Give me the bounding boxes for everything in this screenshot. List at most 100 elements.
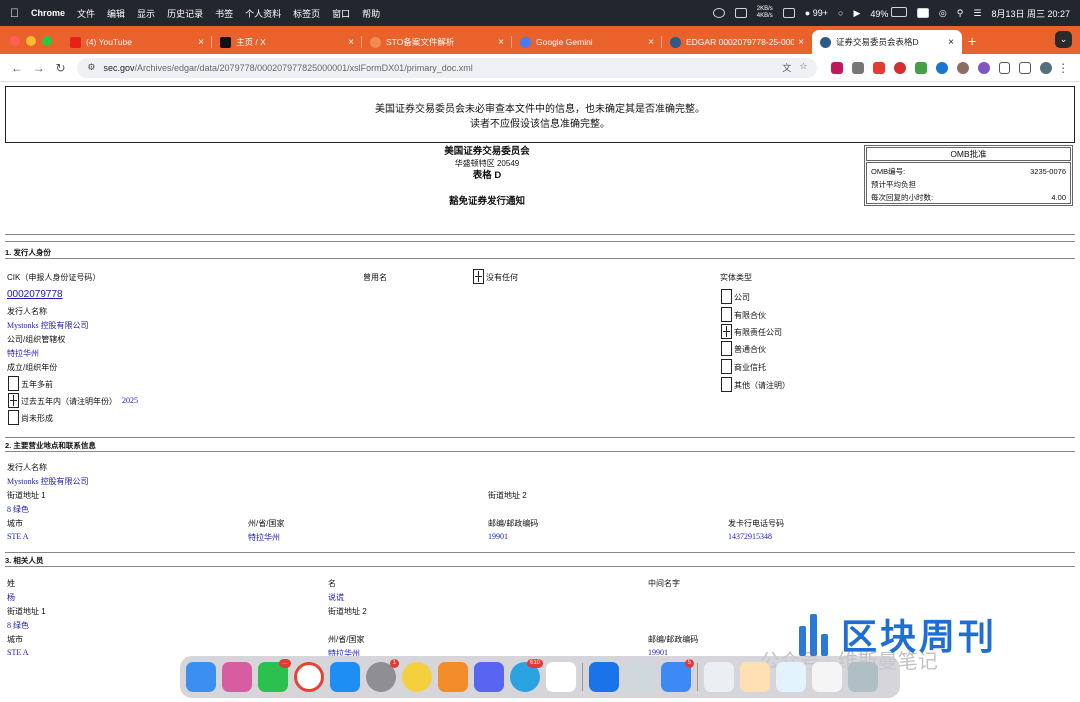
arrow-left-icon: ← [10,60,23,75]
tradingview-icon[interactable] [546,662,576,692]
none-checkbox[interactable] [473,269,484,284]
menu-bookmarks[interactable]: 书签 [215,7,233,20]
apple-icon[interactable]:  [10,6,19,20]
menu-history[interactable]: 历史记录 [167,7,203,20]
s3-middle-name-label: 中间名字 [648,579,680,588]
app-blue-icon[interactable] [589,662,619,692]
profile-avatar[interactable] [1040,61,1053,74]
cat-icon[interactable] [734,8,747,18]
tab-x[interactable]: 主页 / X × [212,30,362,54]
back-button[interactable]: ← [6,61,28,75]
tab-search-button[interactable]: ⌄ [1055,31,1072,48]
file-stack-icon[interactable] [740,662,770,692]
cik-link[interactable]: 0002079778 [7,289,63,300]
entity-corporation-checkbox[interactable] [721,289,732,304]
document-icon[interactable] [704,662,734,692]
year-within-five-checkbox[interactable] [8,393,19,408]
divider [5,258,1075,259]
input-method-icon[interactable] [916,8,929,18]
s3-zip-label: 邮编/邮政编码 [648,635,699,644]
forward-button[interactable]: → [28,61,50,75]
window-thumbnail-icon[interactable] [812,662,842,692]
tab-edgar[interactable]: EDGAR 0002079778-25-000 × [662,30,812,54]
screenshot-icon[interactable] [776,662,806,692]
bookmark-star-icon[interactable]: ☆ [799,61,807,74]
extension-icon[interactable] [831,61,844,74]
vpn-icon[interactable] [712,8,725,18]
preview-icon[interactable] [625,662,655,692]
year-not-formed-checkbox[interactable] [8,410,19,425]
disclaimer-box: 美国证券交易委员会未必审查本文件中的信息，也未确定其是否准确完整。 读者不应假设… [5,86,1075,143]
discord-icon[interactable] [474,662,504,692]
menu-app-name[interactable]: Chrome [31,8,65,18]
tab-youtube[interactable]: (4) YouTube × [62,30,212,54]
entity-gp-checkbox[interactable] [721,341,732,356]
wechat-status[interactable]: ● 99+ [805,8,828,18]
clock[interactable]: 8月13日 周三 20:27 [991,7,1070,20]
entity-lp-checkbox[interactable] [721,307,732,322]
reload-button[interactable]: ↻ [50,61,72,75]
minimize-window-button[interactable] [26,36,36,46]
new-tab-button[interactable]: + [968,33,976,49]
wechat-icon[interactable]: … [258,659,291,692]
tab-gemini[interactable]: Google Gemini × [512,30,662,54]
entity-llc-checkbox[interactable] [721,324,732,339]
close-tab-icon[interactable]: × [948,37,954,48]
telegram-icon[interactable]: 610 [510,659,543,692]
trash-icon[interactable] [848,662,878,692]
display-icon[interactable] [782,8,795,18]
extension-badge-icon[interactable] [873,61,886,74]
menu-file[interactable]: 文件 [77,7,95,20]
extension-purple-icon[interactable] [977,61,990,74]
app-store-icon[interactable] [330,662,360,692]
close-tab-icon[interactable]: × [498,37,504,48]
extension-red-icon[interactable] [894,61,906,74]
headphones-icon[interactable]: ○ [838,8,843,18]
menu-bar:  Chrome 文件 编辑 显示 历史记录 书签 个人资料 标签页 窗口 帮助… [0,0,1080,26]
zoom-window-button[interactable] [42,36,52,46]
year-not-formed-label: 尚未形成 [21,414,53,423]
play-icon[interactable]: ▶ [853,8,860,19]
side-panel-icon[interactable] [1019,61,1032,74]
extensions-puzzle-icon[interactable] [998,61,1011,74]
finder-icon[interactable] [186,662,216,692]
entity-trust-checkbox[interactable] [721,359,732,374]
tab-sto[interactable]: STO备案文件解析 × [362,30,512,54]
chrome-icon[interactable] [294,662,324,692]
agency-name: 美国证券交易委员会 [444,146,530,157]
close-tab-icon[interactable]: × [348,37,354,48]
search-icon[interactable]: ⚲ [957,8,964,19]
extension-green-icon[interactable] [914,61,927,74]
menu-tabs[interactable]: 标签页 [293,7,320,20]
entity-other-checkbox[interactable] [721,377,732,392]
menu-edit[interactable]: 编辑 [107,7,125,20]
menu-view[interactable]: 显示 [137,7,155,20]
wifi-icon[interactable]: ◎ [939,8,947,19]
year-over-five-checkbox[interactable] [8,376,19,391]
mail-icon[interactable]: 5 [661,659,694,692]
s2-phone-value: 14372915348 [728,532,772,541]
tab-form-d[interactable]: 证券交易委员会表格D × [812,30,962,54]
battery-status[interactable]: 49% [870,7,907,19]
launchpad-icon[interactable] [222,662,252,692]
extension-globe-icon[interactable] [935,61,948,74]
app-yellow-icon[interactable] [402,662,432,692]
camera-extension-icon[interactable] [852,61,865,74]
menu-window[interactable]: 窗口 [332,7,350,20]
browser-menu-button[interactable]: ⋮ [1052,61,1074,75]
close-tab-icon[interactable]: × [198,37,204,48]
translate-icon[interactable]: 文 [782,61,791,74]
omb-number: 3235-0076 [1030,167,1066,176]
menu-help[interactable]: 帮助 [362,7,380,20]
menu-profiles[interactable]: 个人资料 [245,7,281,20]
close-window-button[interactable] [10,36,20,46]
site-info-icon[interactable]: ⚙ [87,62,95,73]
books-icon[interactable] [438,662,468,692]
control-center-icon[interactable]: ☰ [973,8,981,19]
close-tab-icon[interactable]: × [648,37,654,48]
close-tab-icon[interactable]: × [798,37,804,48]
extension-animal-icon[interactable] [956,61,969,74]
address-bar[interactable]: ⚙ sec.gov/Archives/edgar/data/2079778/00… [77,57,818,78]
system-settings-icon[interactable]: 1 [366,659,399,692]
year-label: 成立/组织年份 [7,363,58,372]
